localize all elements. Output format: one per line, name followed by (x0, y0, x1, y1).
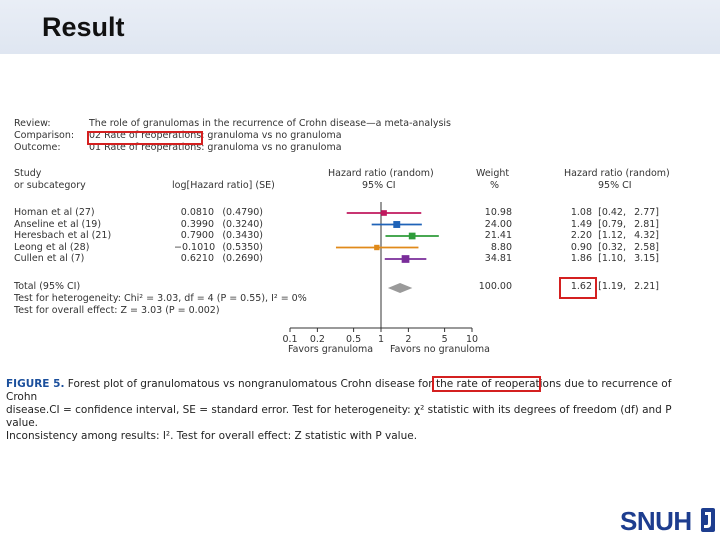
axis-left-label: Favors granuloma (288, 344, 374, 355)
figure-caption: FIGURE 5. Forest plot of granulomatous v… (6, 378, 696, 443)
caption-line-2: disease.CI = confidence interval, SE = s… (6, 404, 672, 429)
logo-mark-icon (701, 508, 715, 532)
caption-line-1: Forest plot of granulomatous vs nongranu… (6, 378, 672, 403)
study-point (393, 221, 401, 228)
highlight-comparison (87, 131, 203, 145)
pooled-diamond (387, 283, 413, 293)
study-point (381, 210, 387, 216)
slide-title: Result (42, 12, 125, 42)
study-point (408, 232, 416, 240)
highlight-caption (432, 376, 541, 392)
study-point (401, 255, 410, 263)
study-point (374, 244, 380, 251)
caption-figure-label: FIGURE 5. (6, 378, 65, 390)
forest-plot: 0.1 0.2 0.5 1 2 5 10 (282, 202, 478, 345)
caption-line-3: Inconsistency among results: I². Test fo… (6, 430, 418, 442)
highlight-total-hr (559, 277, 597, 299)
x-tick-label: 1 (378, 334, 384, 345)
axis-right-label: Favors no granuloma (390, 344, 490, 355)
snuh-logo: SNUH (620, 506, 692, 536)
